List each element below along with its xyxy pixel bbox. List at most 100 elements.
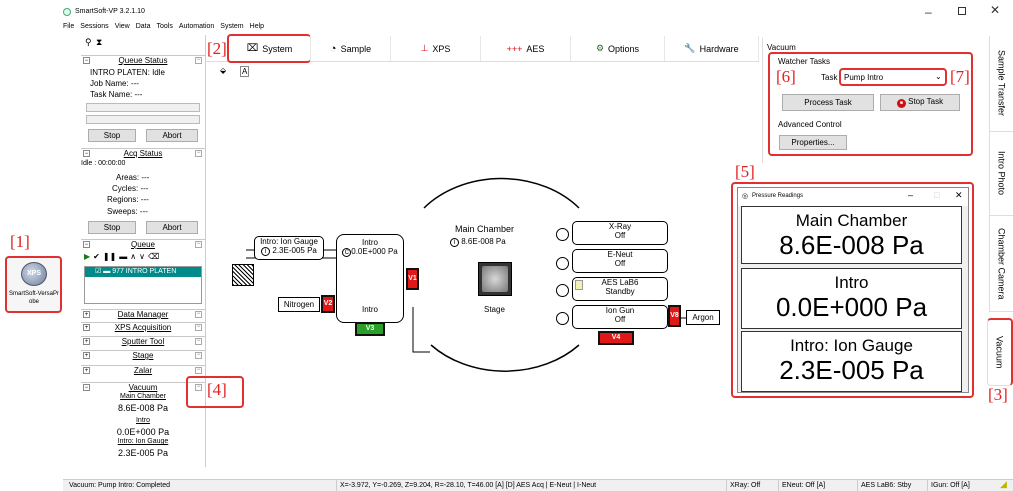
stage-camera-icon[interactable] (478, 262, 512, 296)
queue-status-line-2: Job Name: --- (90, 79, 139, 88)
menu-tools[interactable]: Tools (157, 23, 173, 33)
resize-grip-icon[interactable]: ◢ (1000, 479, 1007, 490)
minimize-panel-icon[interactable]: − (195, 367, 202, 374)
close-icon[interactable]: ✕ (955, 190, 963, 201)
gauge-marker-icon: C (342, 248, 352, 257)
tab-system[interactable]: ⌧ System (227, 34, 311, 63)
aes-source[interactable]: AES LaB6 Standby (572, 277, 668, 301)
minimize-panel-icon[interactable]: − (195, 324, 202, 331)
iongun-port-icon (556, 312, 569, 325)
side-tab-chamber-camera[interactable]: Chamber Camera (989, 216, 1013, 312)
argon-box[interactable]: Argon (686, 310, 720, 325)
valve-v3[interactable]: V3 (355, 322, 385, 336)
task-select[interactable]: Pump Intro ⌄ (839, 68, 947, 86)
valve-v8[interactable]: V8 (668, 305, 681, 327)
queue-list-item[interactable]: ☑ ▬ 977 INTRO PLATEN (85, 267, 201, 277)
remove-icon[interactable]: ▬ (119, 252, 127, 265)
side-tab-sample-transfer[interactable]: Sample Transfer (989, 36, 1013, 132)
xps-app-icon: XPS (21, 262, 47, 286)
gauge-marker-icon: I (261, 247, 271, 256)
queue-progress-1 (86, 103, 200, 112)
nitrogen-box[interactable]: Nitrogen (278, 297, 320, 312)
acq-abort-button[interactable]: Abort (146, 221, 198, 234)
pin-icon[interactable]: ⚲ (85, 37, 92, 48)
process-task-button[interactable]: Process Task (782, 94, 874, 111)
queue-abort-button[interactable]: Abort (146, 129, 198, 142)
queue-header[interactable]: − Queue − (81, 239, 205, 250)
properties-button[interactable]: Properties... (779, 135, 847, 150)
queue-toolbar: ▶ ✔ ❚❚ ▬ ∧ ∨ ⌫ (84, 252, 202, 265)
tab-sample[interactable]: ◔ Sample (311, 36, 391, 61)
load-lock-icon[interactable] (232, 264, 254, 286)
check-icon[interactable]: ✔ (93, 252, 100, 265)
queue-status-header[interactable]: − Queue Status − (81, 55, 205, 66)
tab-aes[interactable]: +++ AES (481, 36, 571, 61)
options-icon: ⚙ (595, 43, 605, 53)
menu-bar: File Sessions View Data Tools Automation… (63, 23, 264, 33)
minimize-panel-icon[interactable]: − (195, 241, 202, 248)
play-icon[interactable]: ▶ (84, 252, 90, 265)
minimize-panel-icon[interactable]: − (195, 57, 202, 64)
task-label: Task (821, 73, 838, 82)
minimize-panel-icon[interactable]: − (195, 311, 202, 318)
pause-icon[interactable]: ❚❚ (103, 252, 116, 265)
stage-header[interactable]: + Stage − (81, 350, 205, 361)
xps-acquisition-header[interactable]: + XPS Acquisition − (81, 322, 205, 333)
valve-v1[interactable]: V1 (406, 268, 419, 290)
stop-icon: ■ (896, 99, 906, 108)
ion-gun-source[interactable]: Ion Gun Off (572, 305, 668, 329)
minimize-panel-icon[interactable]: − (195, 352, 202, 359)
status-message: Vacuum: Pump Intro: Completed (69, 482, 171, 489)
annotation-2: [2] (207, 39, 227, 58)
menu-sessions[interactable]: Sessions (80, 23, 108, 33)
checkbox-icon[interactable]: ☑ ▬ (95, 268, 110, 275)
vacuum-reading-name: Intro (135, 417, 150, 424)
menu-data[interactable]: Data (136, 23, 151, 33)
menu-view[interactable]: View (115, 23, 130, 33)
maximize-icon[interactable] (958, 7, 966, 15)
close-icon[interactable]: ✕ (990, 3, 1000, 17)
pressure-window-icon: ◎ (742, 193, 749, 200)
intro-arm (412, 307, 430, 353)
tab-options[interactable]: ⚙ Options (571, 36, 665, 61)
desktop-shortcut[interactable]: XPS SmartSoft-VersaProbe (5, 256, 62, 313)
acq-time: Idle : 00:00:00 (81, 160, 126, 167)
tab-hardware[interactable]: 🔧 Hardware (665, 36, 759, 61)
intro-chamber[interactable]: Intro C 0.0E+000 Pa Intro (336, 234, 404, 323)
move-up-icon[interactable]: ∧ (130, 252, 136, 265)
menu-system[interactable]: System (220, 23, 243, 33)
menu-help[interactable]: Help (250, 23, 264, 33)
xray-source[interactable]: X-Ray Off (572, 221, 668, 245)
data-manager-header[interactable]: + Data Manager − (81, 309, 205, 320)
minimize-panel-icon[interactable]: − (195, 338, 202, 345)
intro-ion-gauge-box[interactable]: Intro: Ion Gauge I 2.3E-005 Pa (254, 236, 324, 260)
eraser-icon[interactable]: ⌫ (148, 252, 159, 265)
eneut-source[interactable]: E-Neut Off (572, 249, 668, 273)
minimize-icon[interactable]: – (925, 5, 932, 19)
menu-automation[interactable]: Automation (179, 23, 214, 33)
zalar-header[interactable]: + Zalar − (81, 365, 205, 376)
advanced-control-label: Advanced Control (778, 120, 842, 129)
acq-status-header[interactable]: − Acq Status − (81, 148, 205, 159)
move-down-icon[interactable]: ∨ (139, 252, 145, 265)
queue-stop-button[interactable]: Stop (88, 129, 136, 142)
side-tab-intro-photo[interactable]: Intro Photo (989, 132, 1013, 216)
vacuum-reading-value: 2.3E-005 Pa (117, 448, 169, 458)
annotation-1: [1] (10, 232, 30, 251)
side-tab-vacuum[interactable]: Vacuum (987, 318, 1013, 386)
status-igun: IGun: Off [A] (927, 480, 970, 491)
valve-v2[interactable]: V2 (321, 295, 335, 313)
status-coords: X=-3.972, Y=-0.269, Z=9.204, R=-28.10, T… (336, 480, 596, 491)
stop-task-button[interactable]: ■ Stop Task (880, 94, 960, 111)
menu-file[interactable]: File (63, 23, 74, 33)
tab-xps[interactable]: ⊥ XPS (391, 36, 481, 61)
minimize-panel-icon[interactable]: − (195, 150, 202, 157)
aes-status-indicator (575, 280, 583, 290)
acq-cycles: Cycles: --- (112, 184, 149, 193)
valve-v4[interactable]: V4 (598, 331, 634, 345)
pressure-window-titlebar: ◎ Pressure Readings – □ ✕ (738, 188, 968, 206)
minimize-icon[interactable]: – (908, 190, 913, 200)
acq-stop-button[interactable]: Stop (88, 221, 136, 234)
sputter-tool-header[interactable]: + Sputter Tool − (81, 336, 205, 347)
status-aes: AES LaB6: Stby (857, 480, 911, 491)
